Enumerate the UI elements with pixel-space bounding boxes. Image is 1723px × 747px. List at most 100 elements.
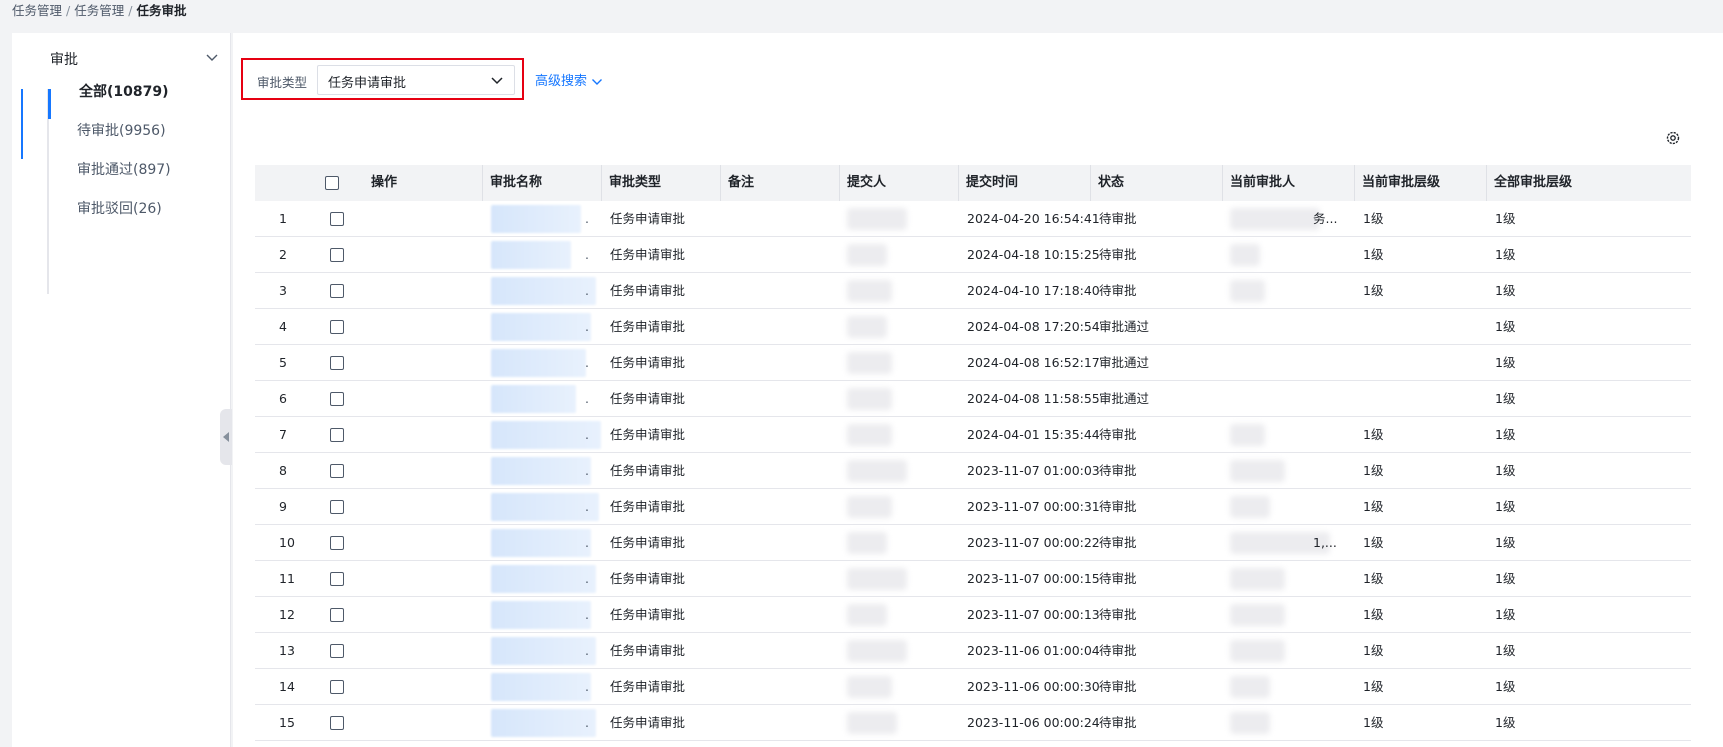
- header-status[interactable]: 状态: [1092, 165, 1223, 201]
- approval-name-link[interactable]: [491, 529, 591, 557]
- approval-name-link[interactable]: [491, 565, 596, 593]
- advanced-search-link[interactable]: 高级搜索: [535, 70, 603, 89]
- sidebar-collapse-handle[interactable]: [220, 409, 232, 465]
- row-checkbox[interactable]: [330, 392, 344, 406]
- status-text: 待审批: [1099, 283, 1137, 298]
- approval-name-link[interactable]: [491, 457, 591, 485]
- all-level: 1级: [1495, 571, 1516, 586]
- row-checkbox[interactable]: [330, 212, 344, 226]
- table-row[interactable]: 14. 任务申请审批 2023-11-06 00:00:30 待审批 1级 1级: [255, 669, 1691, 705]
- sidebar-item-all[interactable]: 全部(10879): [79, 77, 169, 107]
- approval-name-link[interactable]: [491, 709, 596, 737]
- sidebar-item-approved[interactable]: 审批通过(897): [77, 155, 171, 185]
- approval-name-link[interactable]: [491, 637, 596, 665]
- current-approver-tail: 务...: [1313, 211, 1338, 226]
- current-approver: [1230, 208, 1320, 230]
- row-checkbox[interactable]: [330, 500, 344, 514]
- row-checkbox[interactable]: [330, 644, 344, 658]
- row-checkbox[interactable]: [330, 428, 344, 442]
- table-row[interactable]: 5. 任务申请审批 2024-04-08 16:52:17 审批通过 1级: [255, 345, 1691, 381]
- breadcrumb: 任务管理 / 任务管理 / 任务审批: [12, 0, 186, 22]
- submitter: [847, 280, 892, 302]
- table-row[interactable]: 10. 任务申请审批 2023-11-07 00:00:22 待审批 1,... 1级 1级: [255, 525, 1691, 561]
- current-level: 1级: [1363, 247, 1384, 262]
- approval-name-link[interactable]: [491, 385, 576, 413]
- table-row[interactable]: 12. 任务申请审批 2023-11-07 00:00:13 待审批 1级 1级: [255, 597, 1691, 633]
- row-checkbox[interactable]: [330, 536, 344, 550]
- approval-type: 任务申请审批: [610, 391, 686, 406]
- table-row[interactable]: 15. 任务申请审批 2023-11-06 00:00:24 待审批 1级 1级: [255, 705, 1691, 741]
- row-number: 6: [279, 391, 287, 406]
- table-row[interactable]: 4. 任务申请审批 2024-04-08 17:20:54 审批通过 1级: [255, 309, 1691, 345]
- approval-name-link[interactable]: [491, 205, 581, 233]
- current-level: 1级: [1363, 283, 1384, 298]
- select-all-checkbox[interactable]: [325, 176, 339, 190]
- table-row[interactable]: 11. 任务申请审批 2023-11-07 00:00:15 待审批 1级 1级: [255, 561, 1691, 597]
- current-approver: [1230, 568, 1285, 590]
- status-text: 待审批: [1099, 607, 1137, 622]
- sidebar-item-pending[interactable]: 待审批(9956): [77, 116, 166, 146]
- header-name[interactable]: 审批名称: [484, 165, 602, 201]
- approval-type: 任务申请审批: [610, 211, 686, 226]
- current-level: 1级: [1363, 499, 1384, 514]
- approval-type: 任务申请审批: [610, 607, 686, 622]
- chevron-down-icon: [491, 77, 503, 85]
- sidebar-group-title[interactable]: 审批: [50, 45, 230, 75]
- header-note[interactable]: 备注: [722, 165, 840, 201]
- approval-name-link[interactable]: [491, 277, 596, 305]
- breadcrumb-current: 任务审批: [136, 3, 187, 18]
- truncation-ellipsis: .: [585, 247, 589, 262]
- table-row[interactable]: 13. 任务申请审批 2023-11-06 01:00:04 待审批 1级 1级: [255, 633, 1691, 669]
- header-level[interactable]: 当前审批层级: [1356, 165, 1487, 201]
- row-checkbox[interactable]: [330, 356, 344, 370]
- current-approver: [1230, 244, 1260, 266]
- status-text: 待审批: [1099, 715, 1137, 730]
- approval-name-link[interactable]: [491, 601, 591, 629]
- row-number: 9: [279, 499, 287, 514]
- header-approver[interactable]: 当前审批人: [1224, 165, 1355, 201]
- table-row[interactable]: 6. 任务申请审批 2024-04-08 11:58:55 审批通过 1级: [255, 381, 1691, 417]
- all-level: 1级: [1495, 211, 1516, 226]
- approval-type: 任务申请审批: [610, 571, 686, 586]
- row-number: 10: [279, 535, 295, 550]
- gear-icon[interactable]: [1665, 130, 1681, 146]
- breadcrumb-separator: /: [66, 3, 71, 18]
- table-row[interactable]: 8. 任务申请审批 2023-11-07 01:00:03 待审批 1级 1级: [255, 453, 1691, 489]
- approval-name-link[interactable]: [491, 493, 599, 521]
- header-submitter[interactable]: 提交人: [841, 165, 959, 201]
- row-checkbox[interactable]: [330, 320, 344, 334]
- approval-name-link[interactable]: [491, 673, 591, 701]
- row-checkbox[interactable]: [330, 248, 344, 262]
- header-type[interactable]: 审批类型: [603, 165, 721, 201]
- sidebar-item-rejected[interactable]: 审批驳回(26): [77, 194, 162, 224]
- table-row[interactable]: 9. 任务申请审批 2023-11-07 00:00:31 待审批 1级 1级: [255, 489, 1691, 525]
- breadcrumb-item[interactable]: 任务管理: [12, 3, 62, 18]
- truncation-ellipsis: .: [585, 391, 589, 406]
- status-text: 待审批: [1099, 463, 1137, 478]
- chevron-down-icon[interactable]: [205, 51, 219, 65]
- approval-type: 任务申请审批: [610, 643, 686, 658]
- header-all-level[interactable]: 全部审批层级: [1488, 165, 1658, 201]
- approval-name-link[interactable]: [491, 313, 591, 341]
- table-row[interactable]: 3. 任务申请审批 2024-04-10 17:18:40 待审批 1级 1级: [255, 273, 1691, 309]
- submit-time: 2023-11-07 00:00:22: [967, 535, 1100, 550]
- breadcrumb-item[interactable]: 任务管理: [74, 3, 124, 18]
- sidebar-active-indicator: [21, 89, 23, 159]
- row-checkbox[interactable]: [330, 464, 344, 478]
- approval-type-select[interactable]: 任务申请审批: [317, 65, 515, 95]
- row-checkbox[interactable]: [330, 680, 344, 694]
- row-checkbox[interactable]: [330, 716, 344, 730]
- current-approver: [1230, 676, 1270, 698]
- table-row[interactable]: 2. 任务申请审批 2024-04-18 10:15:25 待审批 1级 1级: [255, 237, 1691, 273]
- row-checkbox[interactable]: [330, 608, 344, 622]
- submit-time: 2024-04-08 11:58:55: [967, 391, 1100, 406]
- approval-name-link[interactable]: [491, 349, 586, 377]
- row-checkbox[interactable]: [330, 284, 344, 298]
- header-time[interactable]: 提交时间: [960, 165, 1091, 201]
- approval-name-link[interactable]: [491, 241, 571, 269]
- advanced-search-label: 高级搜索: [535, 74, 588, 89]
- table-row[interactable]: 7. 任务申请审批 2024-04-01 15:35:44 待审批 1级 1级: [255, 417, 1691, 453]
- table-row[interactable]: 1. 任务申请审批 2024-04-20 16:54:41 待审批 务... 1级 1级: [255, 201, 1691, 237]
- row-checkbox[interactable]: [330, 572, 344, 586]
- status-text: 审批通过: [1099, 391, 1150, 406]
